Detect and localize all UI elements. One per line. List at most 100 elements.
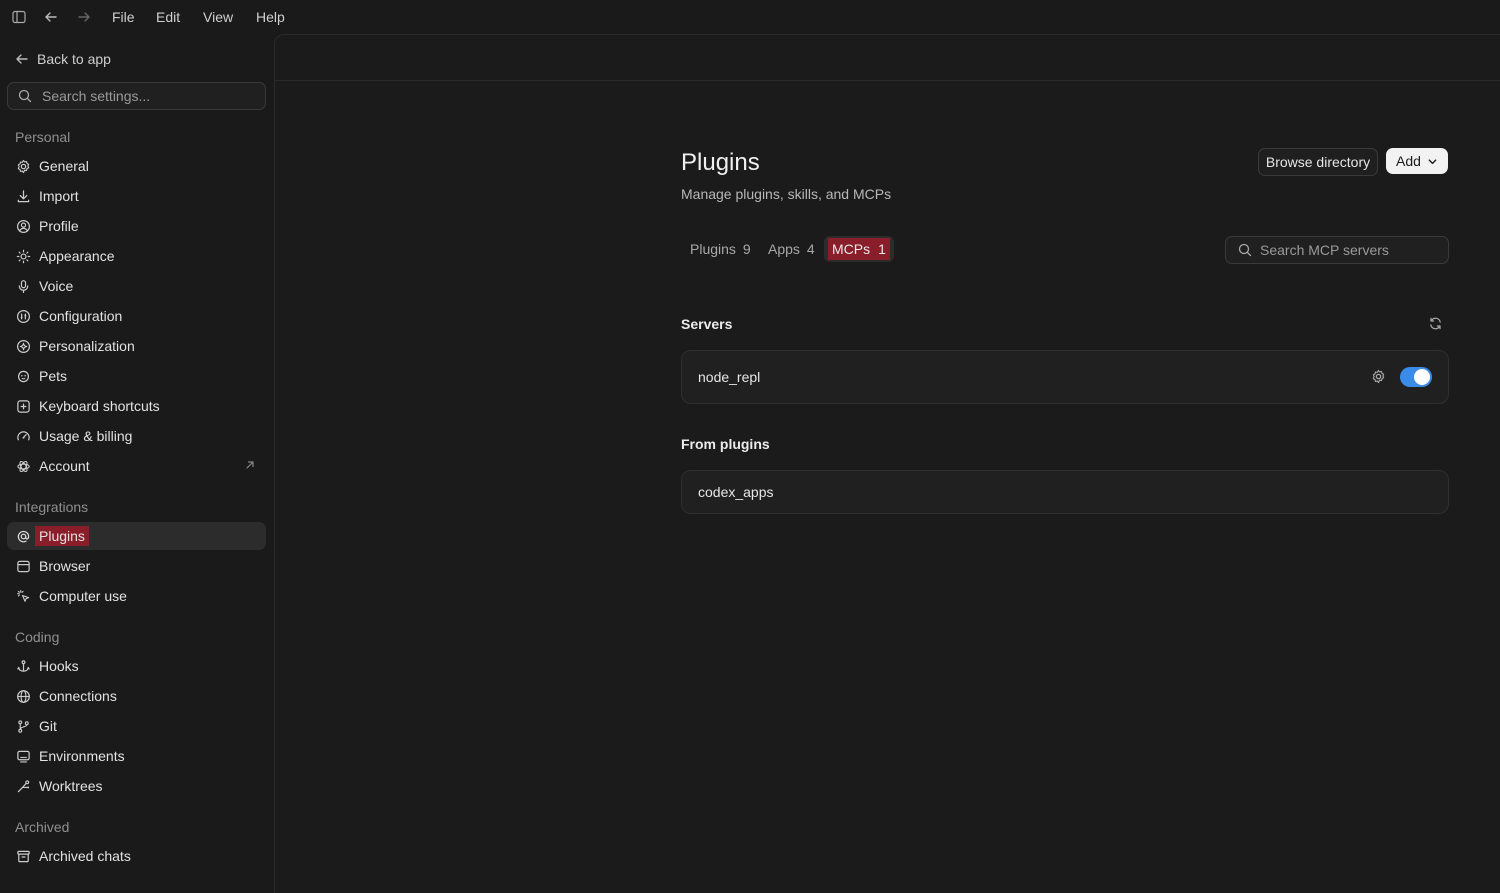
gear-icon [15, 158, 31, 174]
search-icon [18, 89, 32, 103]
openai-icon [15, 458, 31, 474]
sidebar-item-appearance[interactable]: Appearance [7, 242, 266, 270]
server-enabled-toggle[interactable] [1400, 367, 1432, 387]
server-card: node_repl [681, 350, 1449, 404]
sidebar-item-label: Import [39, 188, 79, 204]
sidebar-item-general[interactable]: General [7, 152, 266, 180]
header-divider [275, 80, 1500, 81]
sidebar-item-label: Computer use [39, 588, 127, 604]
sun-icon [15, 248, 31, 264]
plugin-server-card[interactable]: codex_apps [681, 470, 1449, 514]
sidebar-item-label: Pets [39, 368, 68, 384]
menu-edit[interactable]: Edit [156, 9, 180, 25]
globe-icon [15, 688, 31, 704]
section-personal: Personal [15, 129, 71, 145]
sidebar-item-label: Hooks [39, 658, 79, 674]
tab-label: Apps [768, 241, 800, 257]
sidebar-item-usage-billing[interactable]: Usage & billing [7, 422, 266, 450]
sidebar-item-label: Profile [39, 218, 79, 234]
back-arrow-icon[interactable] [41, 7, 61, 27]
menu-view[interactable]: View [203, 9, 233, 25]
sidebar-item-computer-use[interactable]: Computer use [7, 582, 266, 610]
sidebar-item-label: Connections [39, 688, 117, 704]
sidebar-toggle-icon[interactable] [9, 7, 29, 27]
chevron-down-icon [1428, 158, 1437, 164]
tab-count: 9 [742, 241, 751, 257]
sidebar-item-label: Worktrees [39, 778, 103, 794]
sidebar-item-git[interactable]: Git [7, 712, 266, 740]
sidebar-item-plugins[interactable]: Plugins [7, 522, 266, 550]
sidebar-item-archived-chats[interactable]: Archived chats [7, 842, 266, 870]
forward-arrow-icon[interactable] [74, 7, 94, 27]
settings-gear-icon[interactable] [1371, 369, 1386, 387]
back-to-app-link[interactable]: Back to app [15, 51, 111, 67]
worktree-icon [15, 778, 31, 794]
sidebar-item-hooks[interactable]: Hooks [7, 652, 266, 680]
sidebar-item-label: Keyboard shortcuts [39, 398, 160, 414]
sidebar-item-pets[interactable]: Pets [7, 362, 266, 390]
settings-sidebar: Back to app Personal General Import Prof… [0, 34, 274, 892]
sidebar-item-label: Browser [39, 558, 91, 574]
arrow-left-icon [16, 54, 28, 64]
sidebar-item-label: Environments [39, 748, 125, 764]
sidebar-item-label: Configuration [39, 308, 123, 324]
page-title: Plugins [681, 149, 760, 176]
sidebar-item-account[interactable]: Account [7, 452, 266, 480]
back-to-app-label: Back to app [37, 51, 111, 67]
sidebar-item-configuration[interactable]: Configuration [7, 302, 266, 330]
main-panel: Plugins Manage plugins, skills, and MCPs… [274, 34, 1500, 893]
tab-plugins[interactable]: Plugins 9 [690, 236, 751, 262]
tab-count: 1 [878, 241, 886, 257]
server-name: node_repl [698, 369, 761, 385]
sidebar-item-label: General [39, 158, 89, 174]
gauge-icon [15, 428, 31, 444]
sidebar-item-browser[interactable]: Browser [7, 552, 266, 580]
mcp-search[interactable] [1225, 236, 1449, 264]
sidebar-item-environments[interactable]: Environments [7, 742, 266, 770]
search-icon [1238, 243, 1252, 257]
sidebar-item-label: Archived chats [39, 848, 131, 864]
browser-window-icon [15, 558, 31, 574]
sidebar-item-profile[interactable]: Profile [7, 212, 266, 240]
sidebar-item-keyboard-shortcuts[interactable]: Keyboard shortcuts [7, 392, 266, 420]
mcp-search-input[interactable] [1258, 241, 1442, 259]
section-archived: Archived [15, 819, 70, 835]
menu-help[interactable]: Help [256, 9, 285, 25]
settings-search-input[interactable] [40, 87, 254, 105]
from-plugins-heading: From plugins [681, 436, 770, 452]
sidebar-item-connections[interactable]: Connections [7, 682, 266, 710]
section-coding: Coding [15, 629, 60, 645]
page-subtitle: Manage plugins, skills, and MCPs [681, 186, 892, 202]
sidebar-item-label: Voice [39, 278, 74, 294]
sidebar-item-label: Plugins [35, 526, 89, 546]
cursor-click-icon [15, 588, 31, 604]
sidebar-item-worktrees[interactable]: Worktrees [7, 772, 266, 800]
sidebar-item-label: Account [39, 458, 90, 474]
menu-file[interactable]: File [112, 9, 135, 25]
tab-mcps[interactable]: MCPs 1 [824, 236, 894, 262]
settings-search[interactable] [7, 82, 266, 110]
keyboard-icon [15, 398, 31, 414]
sidebar-item-import[interactable]: Import [7, 182, 266, 210]
toggle-knob [1414, 369, 1430, 385]
sliders-icon [15, 308, 31, 324]
paw-icon [15, 368, 31, 384]
monitor-icon [15, 748, 31, 764]
user-circle-icon [15, 218, 31, 234]
sidebar-item-voice[interactable]: Voice [7, 272, 266, 300]
tab-label: Plugins [690, 241, 736, 257]
tab-apps[interactable]: Apps 4 [768, 236, 815, 262]
archive-icon [15, 848, 31, 864]
add-button-label: Add [1396, 153, 1421, 169]
title-bar: File Edit View Help [0, 0, 1500, 34]
browse-directory-button[interactable]: Browse directory [1258, 148, 1378, 176]
sidebar-item-label: Git [39, 718, 57, 734]
tab-count: 4 [806, 241, 815, 257]
add-button[interactable]: Add [1386, 148, 1448, 174]
sidebar-item-personalization[interactable]: Personalization [7, 332, 266, 360]
sidebar-item-label: Personalization [39, 338, 135, 354]
refresh-icon[interactable] [1428, 316, 1443, 334]
sidebar-item-label: Usage & billing [39, 428, 133, 444]
section-integrations: Integrations [15, 499, 89, 515]
git-branch-icon [15, 718, 31, 734]
